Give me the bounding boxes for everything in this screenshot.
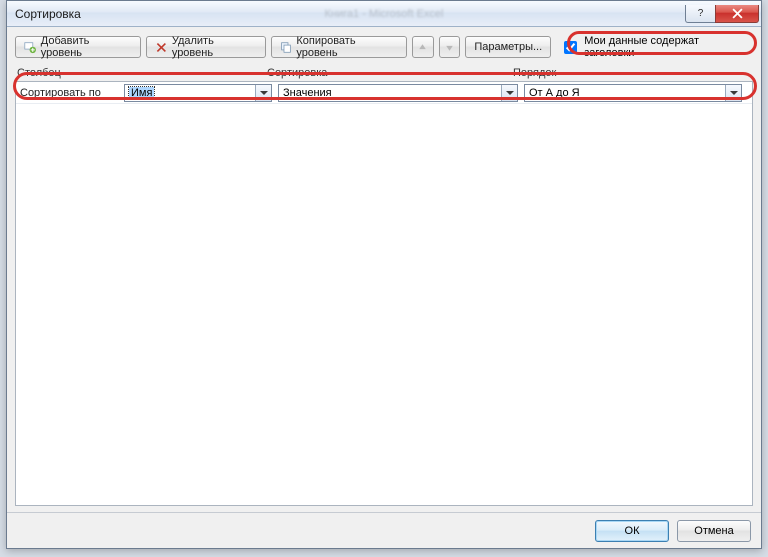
- ok-button[interactable]: ОК: [595, 520, 669, 542]
- help-button[interactable]: ?: [685, 5, 715, 23]
- row-label: Сортировать по: [18, 87, 124, 99]
- add-level-icon: [24, 41, 37, 54]
- ok-label: ОК: [625, 525, 640, 537]
- close-button[interactable]: [715, 5, 759, 23]
- column-combo[interactable]: Имя: [124, 84, 272, 102]
- move-down-button[interactable]: [439, 36, 461, 58]
- window-title: Сортировка: [15, 7, 81, 21]
- toolbar: Добавить уровень Удалить уровень Копиров…: [7, 27, 761, 65]
- sort-level-row[interactable]: Сортировать по Имя Значения От А до Я: [16, 82, 752, 104]
- header-order: Порядок: [513, 67, 751, 79]
- titlebar[interactable]: Сортировка Книга1 - Microsoft Excel ?: [7, 1, 761, 27]
- delete-level-icon: [155, 41, 168, 54]
- copy-level-icon: [280, 41, 293, 54]
- column-combo-value: Имя: [129, 87, 154, 99]
- cancel-label: Отмена: [694, 525, 733, 537]
- headers-checkbox-wrap[interactable]: Мои данные содержат заголовки: [556, 33, 753, 61]
- background-app-title: Книга1 - Microsoft Excel: [325, 8, 444, 20]
- header-column: Столбец: [17, 67, 267, 79]
- options-button[interactable]: Параметры...: [465, 36, 551, 58]
- dialog-footer: ОК Отмена: [7, 512, 761, 548]
- cancel-button[interactable]: Отмена: [677, 520, 751, 542]
- headers-checkbox-label: Мои данные содержат заголовки: [584, 35, 749, 59]
- chevron-down-icon[interactable]: [255, 85, 271, 101]
- copy-level-button[interactable]: Копировать уровень: [271, 36, 407, 58]
- header-sorton: Сортировка: [267, 67, 513, 79]
- move-up-button[interactable]: [412, 36, 434, 58]
- chevron-down-icon[interactable]: [501, 85, 517, 101]
- chevron-down-icon[interactable]: [725, 85, 741, 101]
- arrow-down-icon: [443, 41, 456, 54]
- order-combo[interactable]: От А до Я: [524, 84, 742, 102]
- sorton-combo[interactable]: Значения: [278, 84, 518, 102]
- arrow-up-icon: [416, 41, 429, 54]
- window-buttons: ?: [685, 5, 759, 23]
- order-combo-value: От А до Я: [529, 87, 580, 99]
- add-level-button[interactable]: Добавить уровень: [15, 36, 141, 58]
- delete-level-label: Удалить уровень: [172, 35, 257, 59]
- headers-checkbox[interactable]: [564, 41, 577, 54]
- options-label: Параметры...: [474, 41, 542, 53]
- sort-dialog: Сортировка Книга1 - Microsoft Excel ? До…: [6, 0, 762, 549]
- copy-level-label: Копировать уровень: [296, 35, 398, 59]
- sort-levels-grid: Сортировать по Имя Значения От А до Я: [15, 81, 753, 506]
- delete-level-button[interactable]: Удалить уровень: [146, 36, 266, 58]
- grid-header: Столбец Сортировка Порядок: [7, 67, 761, 79]
- add-level-label: Добавить уровень: [41, 35, 132, 59]
- sorton-combo-value: Значения: [283, 87, 332, 99]
